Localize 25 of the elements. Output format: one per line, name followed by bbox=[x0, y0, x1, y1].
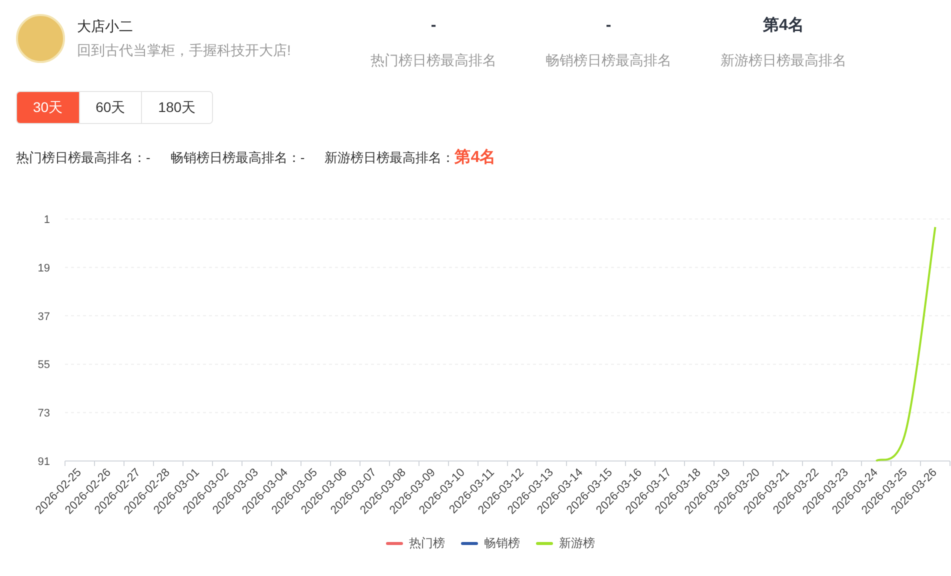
stat-label: 热门榜日榜最高排名 bbox=[370, 51, 496, 70]
y-axis-label: 55 bbox=[38, 359, 50, 372]
legend-label: 畅销榜 bbox=[484, 535, 520, 552]
summary-value: 第4名 bbox=[454, 148, 496, 168]
stat-value: - bbox=[430, 16, 436, 36]
y-axis-label: 91 bbox=[38, 456, 50, 468]
summary-label: 热门榜日榜最高排名： bbox=[16, 149, 146, 168]
stat-value: 第4名 bbox=[763, 16, 804, 36]
avatar bbox=[16, 14, 65, 63]
y-axis-label: 1 bbox=[44, 214, 50, 226]
summary-label: 畅销榜日榜最高排名： bbox=[170, 149, 300, 168]
y-axis-label: 19 bbox=[38, 262, 50, 274]
legend-label: 新游榜 bbox=[559, 535, 595, 552]
legend-label: 热门榜 bbox=[409, 535, 445, 552]
y-axis-label: 73 bbox=[38, 408, 50, 420]
profile-tagline: 回到古代当掌柜，手握科技开大店! bbox=[77, 41, 291, 60]
y-axis-label: 37 bbox=[38, 310, 50, 323]
stat-value: - bbox=[606, 16, 612, 36]
summary-value: - bbox=[300, 149, 305, 168]
summary-label: 新游榜日榜最高排名： bbox=[324, 150, 455, 168]
stat-label: 新游榜日榜最高排名 bbox=[720, 51, 846, 70]
summary-value: - bbox=[146, 149, 150, 168]
profile-name: 大店小二 bbox=[77, 17, 134, 36]
period-tab[interactable]: 180天 bbox=[141, 92, 212, 123]
stat-label: 畅销榜日榜最高排名 bbox=[546, 51, 672, 70]
